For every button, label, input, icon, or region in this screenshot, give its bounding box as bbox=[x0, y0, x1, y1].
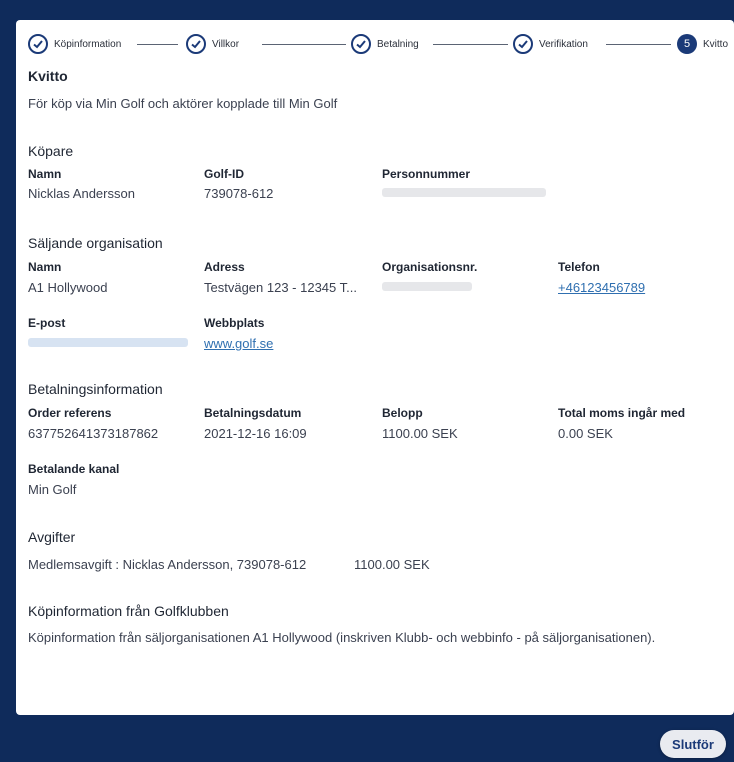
step-label: Köpinformation bbox=[54, 38, 122, 50]
seller-email-label: E-post bbox=[28, 316, 66, 330]
amount-label: Belopp bbox=[382, 406, 423, 420]
step-connector bbox=[262, 44, 346, 45]
payment-heading: Betalningsinformation bbox=[28, 381, 163, 397]
fee-amount: 1100.00 SEK bbox=[354, 557, 430, 572]
vat-label: Total moms ingår med bbox=[558, 406, 686, 420]
receipt-subtitle: För köp via Min Golf och aktörer kopplad… bbox=[28, 96, 338, 111]
seller-orgnr-label: Organisationsnr. bbox=[382, 260, 478, 274]
step-label: Villkor bbox=[212, 38, 240, 50]
step-connector bbox=[137, 44, 178, 45]
step-label: Kvitto bbox=[703, 38, 729, 50]
payment-date: 2021-12-16 16:09 bbox=[204, 426, 307, 441]
club-info-heading: Köpinformation från Golfklubben bbox=[28, 603, 229, 619]
seller-phone-link[interactable]: +46123456789 bbox=[558, 280, 645, 295]
redacted-pnr bbox=[382, 188, 546, 197]
channel-label: Betalande kanal bbox=[28, 462, 120, 476]
step-kopinformation[interactable]: Köpinformation bbox=[28, 33, 121, 55]
step-betalning[interactable]: Betalning bbox=[351, 33, 419, 55]
order-label: Order referens bbox=[28, 406, 112, 420]
check-icon bbox=[351, 34, 371, 54]
vat-amount: 0.00 SEK bbox=[558, 426, 613, 441]
check-icon bbox=[28, 34, 48, 54]
progress-stepper: Köpinformation Villkor Betalning Verifik… bbox=[28, 33, 734, 55]
seller-address-label: Adress bbox=[204, 260, 245, 274]
buyer-golfid-label: Golf-ID bbox=[204, 167, 244, 181]
seller-phone-label: Telefon bbox=[558, 260, 600, 274]
buyer-heading: Köpare bbox=[28, 143, 74, 159]
buyer-pnr-label: Personnummer bbox=[382, 167, 471, 181]
step-label: Verifikation bbox=[539, 38, 588, 50]
date-label: Betalningsdatum bbox=[204, 406, 302, 420]
fees-heading: Avgifter bbox=[28, 529, 76, 545]
fee-item: Medlemsavgift : Nicklas Andersson, 73907… bbox=[28, 557, 307, 572]
receipt-card: Köpinformation Villkor Betalning Verifik… bbox=[16, 20, 734, 715]
seller-heading: Säljande organisation bbox=[28, 235, 163, 251]
step-kvitto[interactable]: 5 Kvitto bbox=[677, 33, 728, 55]
payment-channel: Min Golf bbox=[28, 482, 77, 497]
step-connector bbox=[433, 44, 508, 45]
buyer-name-label: Namn bbox=[28, 167, 62, 181]
step-villkor[interactable]: Villkor bbox=[186, 33, 239, 55]
step-label: Betalning bbox=[377, 38, 419, 50]
seller-name-label: Namn bbox=[28, 260, 62, 274]
order-reference: 637752641373187862 bbox=[28, 426, 159, 441]
redacted-email bbox=[28, 338, 188, 347]
buyer-golfid: 739078-612 bbox=[204, 186, 274, 201]
seller-address: Testvägen 123 - 12345 T... bbox=[204, 280, 357, 295]
receipt-title: Kvitto bbox=[28, 68, 68, 84]
club-info-text: Köpinformation från säljorganisationen A… bbox=[28, 630, 656, 645]
seller-name: A1 Hollywood bbox=[28, 280, 108, 295]
check-icon bbox=[513, 34, 533, 54]
seller-web-label: Webbplats bbox=[204, 316, 265, 330]
buyer-name: Nicklas Andersson bbox=[28, 186, 135, 201]
redacted-orgnr bbox=[382, 282, 472, 291]
step-connector bbox=[606, 44, 671, 45]
step-verifikation[interactable]: Verifikation bbox=[513, 33, 588, 55]
finish-button[interactable]: Slutför bbox=[660, 730, 726, 758]
payment-amount: 1100.00 SEK bbox=[382, 426, 458, 441]
step-number: 5 bbox=[677, 34, 697, 54]
check-icon bbox=[186, 34, 206, 54]
seller-web-link[interactable]: www.golf.se bbox=[204, 336, 273, 351]
